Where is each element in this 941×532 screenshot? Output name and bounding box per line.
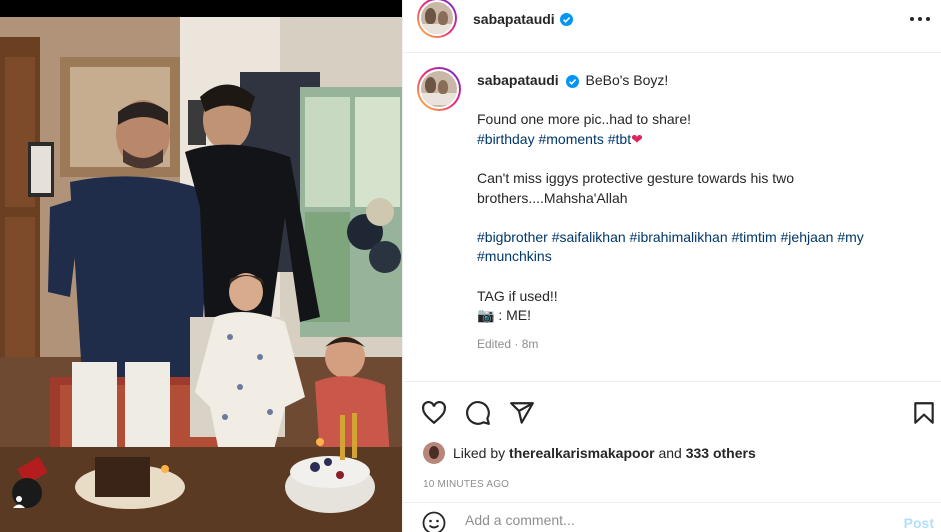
photo-image: [0, 17, 402, 532]
save-bookmark-icon[interactable]: [911, 400, 937, 426]
comment-input[interactable]: [465, 512, 865, 528]
hashtag-link[interactable]: #moments: [538, 131, 603, 147]
liker-avatar[interactable]: [423, 442, 445, 464]
liker-username[interactable]: therealkarismakapoor: [509, 445, 655, 461]
more-options-icon[interactable]: [910, 17, 930, 21]
author-username[interactable]: sabapataudi: [473, 11, 555, 27]
hashtag-link[interactable]: #saifalikhan: [552, 229, 626, 245]
post-timestamp: 10 MINUTES AGO: [423, 479, 510, 490]
post-photo[interactable]: [0, 0, 402, 532]
liked-by-prefix: Liked by: [453, 445, 506, 461]
comment-bar: Post: [403, 502, 941, 532]
hashtag-link[interactable]: #birthday: [477, 131, 535, 147]
liked-by-and: and: [658, 445, 682, 461]
user-icon: [13, 496, 25, 508]
caption-meta: Edited · 8m: [477, 337, 539, 351]
hashtag-link[interactable]: #bigbrother: [477, 229, 548, 245]
like-heart-icon[interactable]: [421, 400, 447, 426]
author-avatar[interactable]: [417, 0, 457, 38]
caption-line-2: Can't miss iggys protective gesture towa…: [477, 169, 795, 206]
heart-emoji: ❤: [631, 130, 643, 147]
hashtag-link[interactable]: #tbt: [608, 131, 631, 147]
tagged-users-button[interactable]: [12, 478, 42, 508]
caption-line-4: : ME!: [494, 307, 531, 324]
emoji-icon[interactable]: [422, 511, 446, 532]
post-actions-bar: [403, 381, 941, 439]
likes-count-link[interactable]: 333 others: [686, 445, 756, 461]
photo-top-bar: [0, 0, 402, 17]
post-caption: sabapataudi BeBo's Boyz! Found one more …: [403, 53, 941, 381]
hashtag-link[interactable]: #munchkins: [477, 248, 552, 264]
hashtag-link[interactable]: #ibrahimalikhan: [630, 229, 728, 245]
caption-author-avatar[interactable]: [417, 67, 461, 111]
post-comment-button[interactable]: Post: [904, 515, 934, 531]
camera-emoji: 📷: [477, 307, 495, 324]
verified-badge-icon: [559, 12, 573, 26]
post-details-panel: sabapataudi sabapataudi BeBo's Boyz! Fou…: [402, 0, 941, 532]
comment-icon[interactable]: [465, 400, 491, 426]
post-header: sabapataudi: [403, 0, 941, 53]
liked-by-summary: Liked by therealkarismakapoor and 333 ot…: [423, 442, 756, 464]
verified-badge-icon: [565, 74, 579, 88]
caption-text: sabapataudi BeBo's Boyz! Found one more …: [477, 71, 927, 345]
caption-title: BeBo's Boyz!: [585, 72, 669, 88]
hashtag-link[interactable]: #jehjaan: [781, 229, 834, 245]
caption-username[interactable]: sabapataudi: [477, 72, 559, 88]
caption-line-1: Found one more pic..had to share!: [477, 111, 692, 128]
hashtag-link[interactable]: #my: [837, 229, 863, 245]
caption-line-3: TAG if used!!: [477, 287, 558, 304]
share-icon[interactable]: [509, 400, 535, 426]
hashtag-link[interactable]: #timtim: [732, 229, 777, 245]
